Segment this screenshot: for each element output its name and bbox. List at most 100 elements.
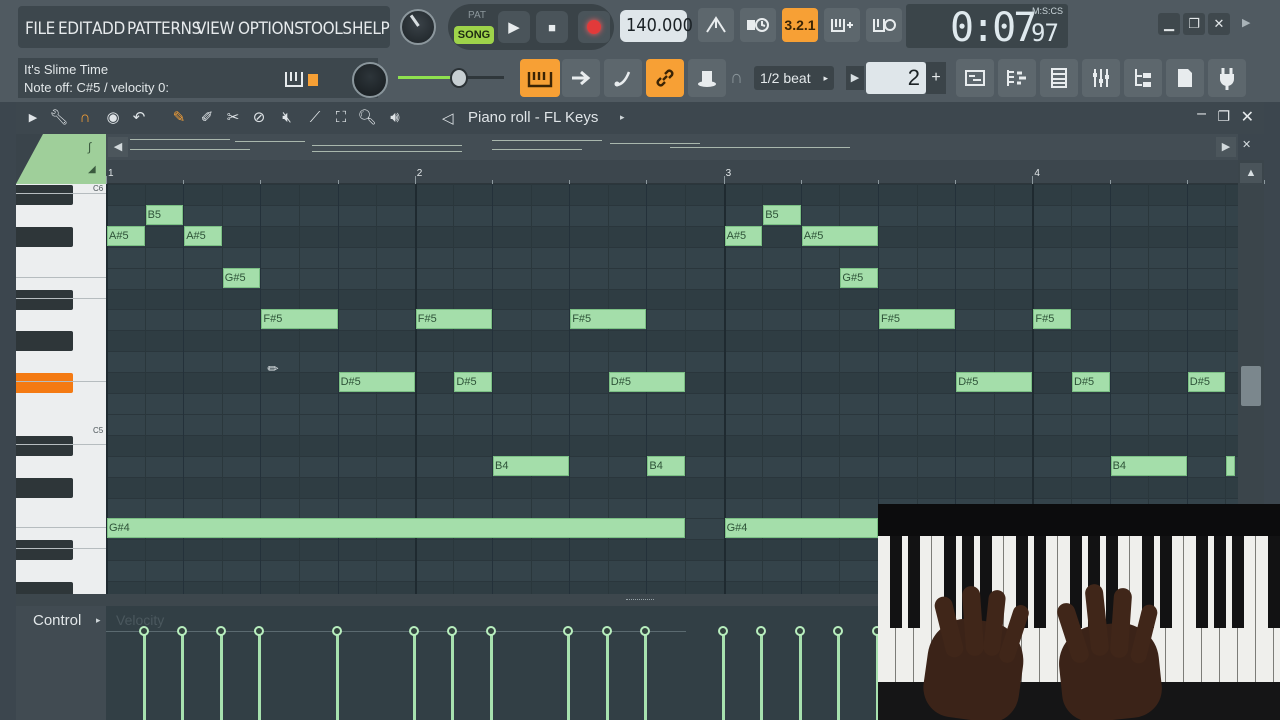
pencil-icon[interactable]: ✎ (168, 107, 190, 129)
note-block[interactable]: B4 (647, 455, 685, 476)
velocity-stem[interactable] (567, 632, 571, 720)
black-key[interactable] (16, 373, 73, 394)
velocity-handle[interactable] (756, 626, 767, 636)
velocity-handle[interactable] (177, 626, 188, 636)
add-pattern-button[interactable]: + (926, 62, 946, 94)
velocity-stem[interactable] (181, 632, 185, 720)
countdown-icon[interactable]: 3.2.1 (782, 8, 818, 42)
minimize-icon[interactable]: ▁ (1158, 13, 1180, 35)
note-block[interactable]: D#5 (1072, 372, 1110, 393)
velocity-stem[interactable] (837, 632, 841, 720)
note-block[interactable]: F#5 (415, 309, 492, 330)
velocity-handle[interactable] (833, 626, 844, 636)
velocity-handle[interactable] (138, 626, 149, 636)
note-block[interactable]: B4 (1110, 455, 1187, 476)
piano-roll-title[interactable]: Piano roll - FL Keys (468, 109, 598, 126)
velocity-handle[interactable] (486, 626, 496, 636)
overview-scroll-right-icon[interactable]: ▶ (1216, 137, 1236, 157)
menu-help[interactable]: HELP (352, 19, 390, 39)
channel-rack-icon[interactable] (1040, 59, 1078, 97)
velocity-stem[interactable] (721, 632, 725, 720)
typing-keyboard-icon[interactable] (520, 59, 560, 97)
select-icon[interactable]: ⛶ (330, 107, 352, 129)
velocity-handle[interactable] (331, 626, 342, 636)
note-block[interactable]: F#5 (570, 309, 647, 330)
velocity-handle[interactable] (254, 626, 265, 636)
project-file-icon[interactable] (1166, 59, 1204, 97)
pr-maximize-icon[interactable]: ❐ (1217, 108, 1230, 125)
pr-close-icon[interactable]: ✕ (1241, 107, 1254, 127)
piano-roll-menu-arrow-icon[interactable]: ▶ (22, 107, 44, 129)
note-block[interactable]: D#5 (338, 372, 415, 393)
step-edit-arrow-icon[interactable] (562, 59, 600, 97)
note-block[interactable]: B5 (145, 204, 184, 225)
menu-file[interactable]: FILE (25, 19, 55, 39)
note-block[interactable]: D#5 (608, 372, 685, 393)
velocity-stem[interactable] (412, 632, 416, 720)
velocity-handle[interactable] (563, 626, 574, 636)
note-block[interactable]: A#5 (107, 225, 145, 246)
note-block[interactable]: D#5 (1187, 372, 1226, 393)
velocity-stem[interactable] (219, 632, 223, 720)
velocity-stem[interactable] (142, 632, 146, 720)
velocity-stem[interactable] (451, 632, 455, 720)
play-button[interactable]: ▶ (498, 11, 530, 43)
multilink-knob-icon[interactable] (688, 59, 726, 97)
note-block[interactable]: D#5 (454, 372, 492, 393)
piano-roll-icon[interactable] (998, 59, 1036, 97)
restore-icon[interactable]: ❐ (1183, 13, 1205, 35)
note-block[interactable]: F#5 (261, 309, 338, 330)
note-block[interactable]: G#4 (107, 518, 685, 539)
pattern-selector-arrow-icon[interactable]: ▶ (846, 66, 864, 90)
note-block[interactable]: A#5 (724, 225, 763, 246)
velocity-handle[interactable] (215, 626, 226, 636)
velocity-handle[interactable] (717, 626, 728, 636)
paint-brush-icon[interactable]: ✐ (196, 107, 218, 129)
overview-scroll-left-icon[interactable]: ◀ (108, 137, 128, 157)
black-key[interactable] (16, 331, 73, 352)
master-volume-knob[interactable] (400, 9, 436, 45)
piano-keyboard-icon[interactable] (284, 70, 324, 95)
master-volume-handle[interactable] (450, 68, 468, 88)
note-block[interactable]: B4 (493, 455, 570, 476)
note-block[interactable]: G#5 (222, 267, 261, 288)
wait-for-input-icon[interactable] (740, 8, 776, 42)
scroll-up-icon[interactable]: ▲ (1240, 163, 1262, 183)
black-key[interactable] (16, 477, 73, 498)
velocity-stem[interactable] (605, 632, 609, 720)
browser-tree-icon[interactable] (1124, 59, 1162, 97)
stop-button[interactable]: ■ (536, 11, 568, 43)
loop-record-icon[interactable] (866, 8, 902, 42)
menu-view[interactable]: VIEW (196, 19, 235, 39)
black-key[interactable] (16, 185, 73, 205)
control-label[interactable]: Control (33, 612, 81, 629)
pat-mode-label[interactable]: PAT (458, 10, 496, 21)
note-block[interactable]: G#5 (840, 267, 878, 288)
close-icon[interactable]: ✕ (1208, 13, 1230, 35)
black-key[interactable] (16, 289, 73, 310)
title-arrow-icon[interactable]: ▸ (620, 112, 625, 123)
plugin-plug-icon[interactable] (1208, 59, 1246, 97)
menu-patterns[interactable]: PATTERNS (127, 19, 201, 39)
pattern-number[interactable]: 2 (866, 62, 926, 94)
velocity-stem[interactable] (258, 632, 262, 720)
velocity-stem[interactable] (490, 632, 493, 720)
velocity-stem[interactable] (798, 632, 802, 720)
magnet-icon[interactable]: ∩ (74, 107, 96, 129)
menu-options[interactable]: OPTIONS (238, 19, 304, 39)
menu-tools[interactable]: TOOLS (302, 19, 352, 39)
mute-icon[interactable]: 🔇︎ (276, 107, 298, 129)
mixer-icon[interactable] (1082, 59, 1120, 97)
undo-icon[interactable]: ↶ (128, 107, 150, 129)
main-pitch-knob[interactable] (352, 62, 388, 98)
snap-selector[interactable]: 1/2 beat ▸ (754, 66, 834, 90)
link-icon[interactable] (646, 59, 684, 97)
slide-note-icon[interactable] (604, 59, 642, 97)
delete-icon[interactable]: ⊘ (248, 107, 270, 129)
playback-preview-icon[interactable]: 🔊︎ (384, 107, 406, 129)
black-key[interactable] (16, 226, 73, 247)
control-arrow-icon[interactable]: ▸ (96, 615, 101, 626)
zoom-icon[interactable]: 🔍︎ (356, 107, 378, 129)
overview-close-icon[interactable]: ✕ (1242, 138, 1251, 151)
note-block[interactable]: F#5 (879, 309, 956, 330)
